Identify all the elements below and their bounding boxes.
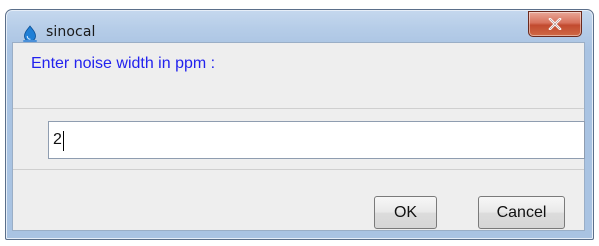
text-caret — [63, 131, 64, 151]
ok-button[interactable]: OK — [374, 196, 437, 229]
close-icon — [548, 15, 562, 34]
separator — [13, 108, 584, 109]
close-button[interactable] — [528, 11, 582, 37]
window-title: sinocal — [46, 24, 96, 40]
separator — [13, 169, 584, 170]
cancel-button[interactable]: Cancel — [478, 196, 565, 229]
sinocal-app-icon — [21, 25, 39, 43]
cancel-button-label: Cancel — [496, 203, 547, 221]
noise-width-input[interactable] — [48, 121, 585, 159]
prompt-label: Enter noise width in ppm : — [31, 55, 216, 72]
ok-button-label: OK — [393, 203, 418, 221]
